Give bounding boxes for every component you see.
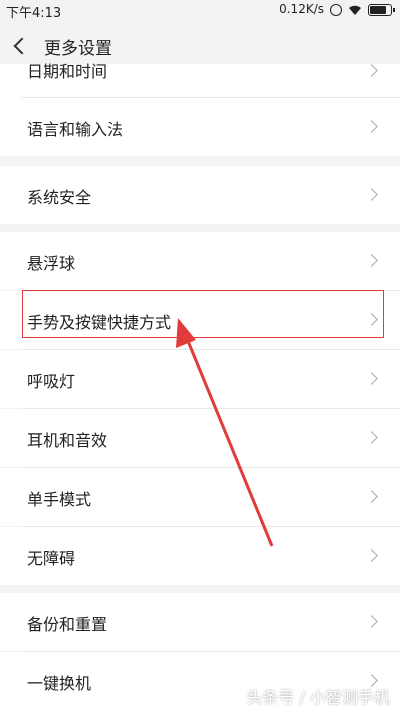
annotation-arrow [176,318,274,547]
watermark: 头条号 / 小智测手机 [246,688,390,707]
